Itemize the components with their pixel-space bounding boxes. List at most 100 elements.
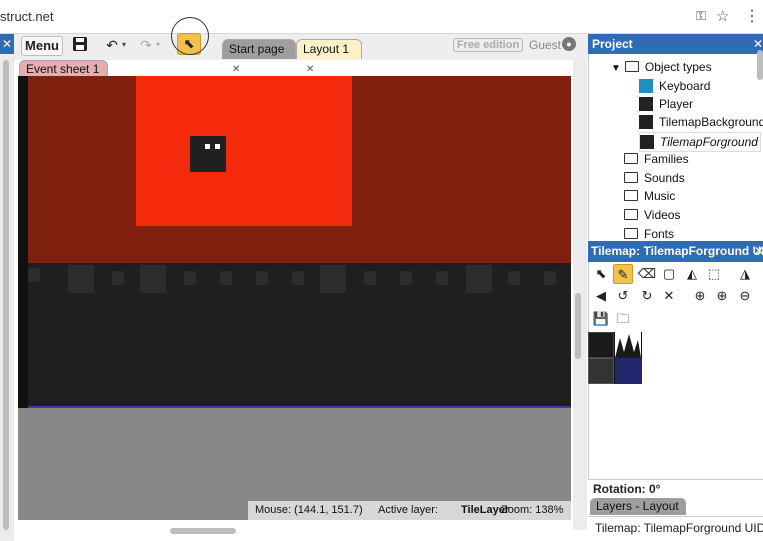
tilemap-rotate-ccw-icon[interactable]: ↺ <box>613 286 633 306</box>
tilemap-pencil-tool-icon[interactable]: ✎ <box>613 264 633 284</box>
tile <box>184 271 196 285</box>
player-eye-right <box>215 144 220 149</box>
redo-icon[interactable]: ↷ <box>137 37 155 54</box>
tree-item-keyboard[interactable]: Keyboard <box>639 77 710 95</box>
mouse-coordinates: Mouse: (144.1, 151.7) <box>255 504 363 516</box>
browser-bar <box>0 0 763 34</box>
status-bar: Mouse: (144.1, 151.7) Active layer: Tile… <box>248 501 571 520</box>
tree-item-tilemap-background[interactable]: TilemapBackground <box>639 113 763 131</box>
tilemap-flip-icon[interactable]: ◀ <box>591 286 611 306</box>
key-icon[interactable]: ⚿ <box>696 8 706 24</box>
tree-folder-music[interactable]: Music <box>624 187 675 205</box>
tab-event-sheet-1-label: Event sheet 1 <box>26 62 100 76</box>
player-sprite[interactable] <box>190 136 226 172</box>
tile <box>256 271 268 285</box>
undo-dropdown-icon[interactable]: ▾ <box>122 40 126 49</box>
folder-icon <box>624 172 638 183</box>
tilemap-rotate-cw-icon[interactable]: ↻ <box>637 286 657 306</box>
folder-icon <box>624 228 638 239</box>
tile <box>436 271 448 285</box>
project-tree: ▼ Object types Keyboard Player TilemapBac… <box>588 54 763 240</box>
tree-item-tilemap-forground[interactable]: TilemapForground <box>639 132 761 152</box>
tab-layout-1[interactable]: Layout 1 ✕ <box>296 39 362 75</box>
tree-folder-sounds[interactable]: Sounds <box>624 169 685 187</box>
user-avatar-icon[interactable]: ● <box>562 37 576 51</box>
tile <box>68 265 94 293</box>
zoom-out-icon[interactable]: ⊖ <box>735 286 755 306</box>
browser-menu-icon[interactable]: ⋮ <box>744 6 760 26</box>
selected-object-info: Tilemap: TilemapForground UID 1 <box>588 516 763 541</box>
tile <box>508 271 520 285</box>
tilemap-save-icon[interactable]: 💾 <box>591 309 611 329</box>
guest-label[interactable]: Guest <box>529 38 561 52</box>
tile <box>292 271 304 285</box>
tab-start-page-close-icon[interactable]: ✕ <box>232 64 240 75</box>
tile-swatch-spikes[interactable] <box>615 332 641 358</box>
tilemap-select-tool-icon[interactable]: ⬉ <box>591 264 611 284</box>
tile <box>28 268 40 282</box>
redo-dropdown-icon[interactable]: ▾ <box>156 40 160 49</box>
tilemap-foreground[interactable] <box>28 263 571 408</box>
tab-start-page-label: Start page <box>229 42 285 56</box>
tilemap-marquee-tool-icon[interactable]: ⬚ <box>704 264 724 284</box>
save-icon[interactable] <box>70 36 90 56</box>
tilemap-rectangle-tool-icon[interactable]: ▢ <box>659 264 679 284</box>
tilemap-eraser-tool-icon[interactable]: ⌫ <box>637 264 657 284</box>
tileset-preview[interactable] <box>588 332 642 384</box>
save-icon-graphic <box>73 37 87 51</box>
tile <box>220 271 232 285</box>
layout-bottom-boundary <box>28 406 571 408</box>
tile-swatch[interactable] <box>588 358 614 384</box>
zoom-level: Zoom: 138% <box>501 504 564 516</box>
keyboard-icon <box>639 79 653 93</box>
bookmark-star-icon[interactable]: ☆ <box>716 7 729 25</box>
tile-swatch-selected[interactable] <box>615 358 642 384</box>
tree-folder-object-types[interactable]: ▼ Object types <box>611 58 712 76</box>
layout-canvas[interactable]: Mouse: (144.1, 151.7) Active layer: Tile… <box>18 76 571 520</box>
tile <box>544 271 556 285</box>
folder-icon <box>624 209 638 220</box>
left-scrollbar[interactable] <box>3 60 9 530</box>
tile <box>320 265 346 293</box>
undo-icon[interactable]: ↶ <box>103 37 121 54</box>
tile <box>466 265 492 293</box>
address-bar-url[interactable]: struct.net <box>0 9 53 24</box>
zoom-in-icon[interactable]: ⊕ <box>690 286 710 306</box>
folder-icon <box>624 190 638 201</box>
tilemap-panel-close-icon[interactable]: ✕ <box>754 241 763 262</box>
tab-event-sheet-1[interactable]: Event sheet 1 ✕ <box>19 60 108 92</box>
tab-layout-1-close-icon[interactable]: ✕ <box>306 64 314 75</box>
tile-swatch[interactable] <box>588 332 614 358</box>
tab-start-page[interactable]: Start page ✕ <box>222 39 296 75</box>
tile <box>112 271 124 285</box>
expand-arrow-icon[interactable]: ▼ <box>611 63 621 74</box>
background-tile-object[interactable] <box>136 76 352 226</box>
zoom-reset-icon[interactable]: ⊕ <box>712 286 732 306</box>
player-sprite-icon <box>639 97 653 111</box>
vertical-scrollbar[interactable] <box>575 293 581 359</box>
tilemap-open-folder-icon[interactable]: 🗀 <box>613 309 633 329</box>
player-eye-left <box>205 144 210 149</box>
folder-icon <box>624 61 639 72</box>
tilemap-icon <box>640 135 654 149</box>
tab-layout-1-label: Layout 1 <box>303 42 350 56</box>
tile <box>400 271 412 285</box>
tree-folder-videos[interactable]: Videos <box>624 206 680 224</box>
tab-layers-layout-1[interactable]: Layers - Layout 1 ✕ <box>590 498 686 530</box>
tilemap-fill-tool-icon[interactable]: ◭ <box>682 264 702 284</box>
tree-folder-families[interactable]: Families <box>624 150 689 168</box>
project-tree-scrollbar[interactable] <box>757 50 763 80</box>
left-panel-close-icon[interactable]: ✕ <box>0 34 14 54</box>
tile <box>364 271 376 285</box>
tree-item-player[interactable]: Player <box>639 95 693 113</box>
layout-left-edge <box>18 76 28 408</box>
free-edition-badge[interactable]: Free edition <box>453 38 523 52</box>
tilemap-reset-icon[interactable]: ✕ <box>659 286 679 306</box>
project-panel-header: Project <box>588 34 763 54</box>
tile <box>140 265 166 293</box>
menu-button[interactable]: Menu <box>21 36 63 56</box>
folder-icon <box>624 153 638 164</box>
horizontal-scrollbar[interactable] <box>170 528 236 534</box>
tilemap-mirror-icon[interactable]: ◮ <box>735 264 755 284</box>
tree-folder-fonts[interactable]: Fonts <box>624 225 674 239</box>
